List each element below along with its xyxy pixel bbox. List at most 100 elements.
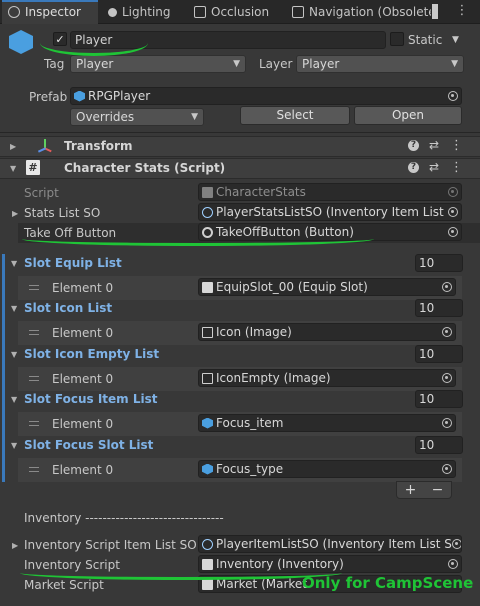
list-add-remove: + − <box>396 481 452 499</box>
drag-handle-icon[interactable] <box>29 376 39 381</box>
component-menu-icon[interactable]: ⋮ <box>450 160 463 175</box>
fold-down-icon[interactable]: ▼ <box>11 259 17 268</box>
component-menu-icon[interactable]: ⋮ <box>450 138 463 153</box>
annotation-underline <box>40 30 148 56</box>
slot-icon-list-count[interactable]: 10 <box>415 299 463 317</box>
image-icon <box>202 372 213 384</box>
element-field[interactable]: EquipSlot_00 (Equip Slot) <box>198 278 456 296</box>
help-icon[interactable]: ? <box>408 140 419 151</box>
tab-inspector[interactable]: Inspector <box>2 0 98 24</box>
gameobject-cube-icon <box>9 30 33 54</box>
fold-right-icon[interactable]: ▶ <box>12 541 18 550</box>
drag-handle-icon[interactable] <box>29 330 39 335</box>
chevron-down-icon: ▼ <box>191 112 198 122</box>
slot-icon-empty-list-count[interactable]: 10 <box>415 345 463 363</box>
layer-dropdown[interactable]: Player ▼ <box>296 55 464 73</box>
drag-handle-icon[interactable] <box>29 285 39 290</box>
object-picker-icon[interactable] <box>442 464 452 474</box>
fold-right-icon[interactable]: ▶ <box>12 209 18 218</box>
element-label: Element 0 <box>52 326 114 340</box>
element-field[interactable]: Icon (Image) <box>198 323 456 341</box>
slot-equip-list-label: Slot Equip List <box>24 256 122 270</box>
slot-focus-slot-list-count[interactable]: 10 <box>415 436 463 454</box>
list-selection-bar <box>2 390 5 436</box>
element-field[interactable]: IconEmpty (Image) <box>198 369 456 387</box>
inventory-header: Inventory ------------------------------… <box>24 511 224 525</box>
remove-element-button[interactable]: − <box>432 482 444 498</box>
fold-down-icon[interactable]: ▼ <box>11 441 17 450</box>
script-field: CharacterStats <box>198 183 462 201</box>
fold-right-icon[interactable]: ▶ <box>10 142 16 151</box>
market-script-label: Market Script <box>24 578 104 592</box>
annotation-underline <box>22 232 374 246</box>
script-icon <box>202 281 213 293</box>
tab-lighting[interactable]: Lighting <box>102 0 192 24</box>
object-picker-icon[interactable] <box>448 559 458 569</box>
slot-focus-slot-list-label: Slot Focus Slot List <box>24 438 154 452</box>
list-selection-bar <box>2 345 5 391</box>
navigation-icon <box>292 6 304 18</box>
fold-down-icon[interactable]: ▼ <box>11 304 17 313</box>
object-picker-icon[interactable] <box>442 418 452 428</box>
presets-icon[interactable]: ⇄ <box>429 160 439 174</box>
open-button[interactable]: Open <box>354 106 462 125</box>
chevron-down-icon: ▼ <box>451 59 458 69</box>
scriptable-object-icon <box>202 538 213 550</box>
static-label: Static <box>408 33 443 47</box>
object-picker-icon[interactable] <box>451 539 461 549</box>
tab-occlusion[interactable]: Occlusion <box>188 0 278 24</box>
element-field[interactable]: Focus_item <box>198 414 456 432</box>
slot-focus-item-list-label: Slot Focus Item List <box>24 392 158 406</box>
tag-label: Tag <box>44 57 65 71</box>
slot-focus-item-list-count[interactable]: 10 <box>415 390 463 408</box>
object-picker-icon[interactable] <box>448 207 458 217</box>
inventory-item-list-field[interactable]: PlayerItemListSO (Inventory Item List S <box>198 535 462 553</box>
presets-icon[interactable]: ⇄ <box>429 138 439 152</box>
script-label: Script <box>24 186 59 200</box>
add-element-button[interactable]: + <box>405 482 417 498</box>
list-selection-bar <box>2 436 5 482</box>
scriptable-object-icon <box>202 206 213 218</box>
inventory-item-list-label: Inventory Script Item List SO <box>24 538 197 552</box>
stats-list-field[interactable]: PlayerStatsListSO (Inventory Item List <box>198 203 462 221</box>
header-divider <box>0 132 480 133</box>
info-icon <box>8 6 20 18</box>
help-icon[interactable]: ? <box>408 162 419 173</box>
tab-navigation[interactable]: Navigation (Obsolete <box>286 0 431 24</box>
element-label: Element 0 <box>52 281 114 295</box>
fold-down-icon[interactable]: ▼ <box>11 395 17 404</box>
fold-down-icon[interactable]: ▼ <box>11 350 17 359</box>
image-icon <box>202 326 213 338</box>
element-label: Element 0 <box>52 463 114 477</box>
object-picker-icon[interactable] <box>442 282 452 292</box>
static-dropdown-arrow-icon[interactable]: ▼ <box>452 35 459 45</box>
lock-icon[interactable] <box>432 4 438 19</box>
object-picker-icon[interactable] <box>442 373 452 383</box>
object-picker-icon[interactable] <box>448 227 458 237</box>
cube-icon <box>202 463 213 475</box>
occlusion-icon <box>194 6 206 18</box>
drag-handle-icon[interactable] <box>29 467 39 472</box>
element-field[interactable]: Focus_type <box>198 460 456 478</box>
tab-menu-button[interactable]: ⋮ <box>452 3 472 18</box>
fold-down-icon[interactable]: ▼ <box>10 164 16 173</box>
select-button[interactable]: Select <box>240 106 350 125</box>
object-picker-icon[interactable] <box>448 91 458 101</box>
object-picker-icon[interactable] <box>442 327 452 337</box>
object-picker-icon <box>448 187 458 197</box>
cube-icon <box>202 417 213 429</box>
lighting-icon <box>108 7 117 17</box>
character-stats-title: Character Stats (Script) <box>64 161 226 175</box>
tag-dropdown[interactable]: Player ▼ <box>70 55 246 73</box>
chevron-down-icon: ▼ <box>233 59 240 69</box>
overrides-dropdown[interactable]: Overrides ▼ <box>70 108 204 126</box>
drag-handle-icon[interactable] <box>29 421 39 426</box>
list-selection-bar <box>2 254 5 300</box>
static-checkbox[interactable] <box>390 32 404 46</box>
element-label: Element 0 <box>52 372 114 386</box>
layer-label: Layer <box>259 57 293 71</box>
slot-equip-list-count[interactable]: 10 <box>415 254 463 272</box>
element-label: Element 0 <box>52 417 114 431</box>
tab-bar: Inspector Lighting Occlusion Navigation … <box>0 0 480 24</box>
prefab-field[interactable]: RPGPlayer <box>70 87 462 105</box>
